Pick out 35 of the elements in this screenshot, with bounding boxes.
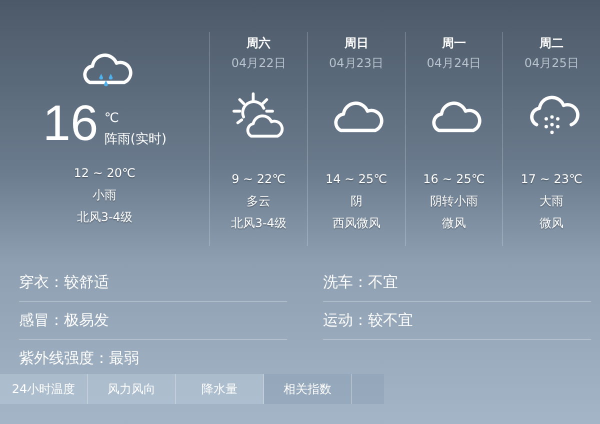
date: 04月23日 xyxy=(329,55,384,72)
date: 04月25日 xyxy=(524,55,579,72)
wind-info: 北风3-4级 xyxy=(76,209,132,226)
date: 04月24日 xyxy=(426,55,482,72)
current-temperature: 16 xyxy=(42,98,98,148)
weekday: 周六 xyxy=(246,35,271,52)
temperature-range: 17 ~ 23℃ xyxy=(520,171,582,188)
index-item: 紫外线强度：最弱 xyxy=(19,349,139,368)
wind-info: 西风微风 xyxy=(332,215,380,232)
tab[interactable]: 降水量 xyxy=(176,374,264,404)
tab[interactable]: 风力风向 xyxy=(88,374,176,404)
index-item: 感冒：极易发 xyxy=(19,311,109,330)
wind-info: 微风 xyxy=(540,215,564,232)
weekday: 周一 xyxy=(442,35,466,52)
weekday: 周二 xyxy=(540,35,564,52)
tab[interactable]: 相关指数 xyxy=(264,374,352,404)
wind-info: 北风3-4级 xyxy=(230,215,286,232)
index-item: 洗车：不宜 xyxy=(323,273,398,292)
temperature-unit: ℃ xyxy=(104,111,120,126)
current-condition: 阵雨(实时) xyxy=(104,131,167,148)
weather-condition: 多云 xyxy=(246,193,271,210)
temperature-range: 9 ~ 22℃ xyxy=(232,171,286,188)
date: 04月22日 xyxy=(231,55,286,72)
tab[interactable]: 24小时温度 xyxy=(0,374,88,404)
weather-condition: 阴转小雨 xyxy=(430,193,478,210)
temperature-range: 16 ~ 25℃ xyxy=(423,171,485,188)
weather-condition: 小雨 xyxy=(92,187,117,204)
index-item: 穿衣：较舒适 xyxy=(19,273,109,292)
temperature-range: 14 ~ 25℃ xyxy=(325,171,388,188)
weather-condition: 阴 xyxy=(350,193,362,210)
index-item: 运动：较不宜 xyxy=(323,311,413,330)
weather-condition: 大雨 xyxy=(540,193,564,210)
wind-info: 微风 xyxy=(442,215,466,232)
temperature-range: 12 ~ 20℃ xyxy=(74,165,136,182)
weekday: 周日 xyxy=(344,35,368,52)
